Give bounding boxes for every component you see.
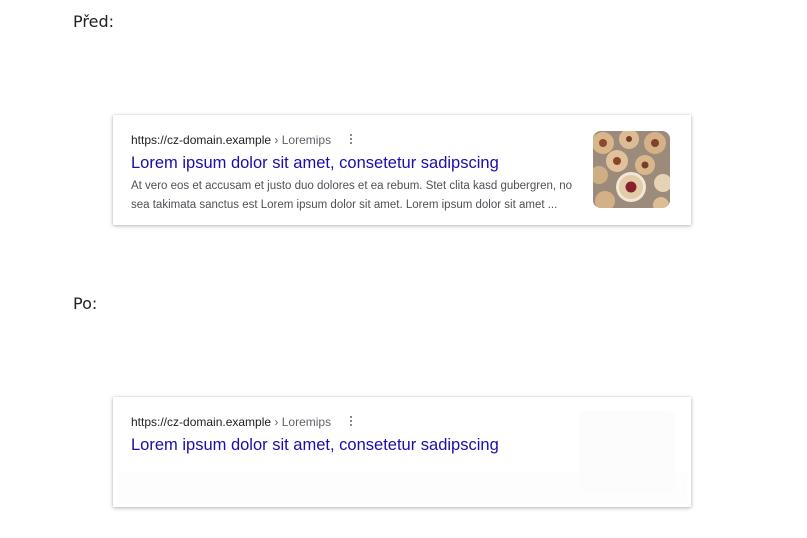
cookies-thumbnail-icon[interactable] — [593, 131, 670, 208]
search-result-after: https://cz-domain.example › Loremips Lor… — [113, 397, 691, 507]
result-breadcrumb: › Loremips — [274, 133, 332, 147]
search-result-before: https://cz-domain.example › Loremips Lor… — [113, 115, 691, 225]
result-url[interactable]: https://cz-domain.example — [131, 415, 271, 429]
result-snippet: At vero eos et accusam et justo duo dolo… — [131, 180, 573, 211]
result-url-row[interactable]: https://cz-domain.example › Loremips — [131, 415, 356, 429]
result-title-link[interactable]: Lorem ipsum dolor sit amet, consetetur s… — [131, 153, 499, 173]
result-url[interactable]: https://cz-domain.example — [131, 133, 271, 147]
more-vert-icon[interactable] — [346, 415, 356, 427]
more-vert-icon[interactable] — [346, 133, 356, 145]
result-title-link[interactable]: Lorem ipsum dolor sit amet, consetetur s… — [131, 435, 499, 455]
result-url-row[interactable]: https://cz-domain.example › Loremips — [131, 133, 356, 147]
result-breadcrumb: › Loremips — [274, 415, 332, 429]
thumbnail-placeholder — [579, 411, 675, 493]
after-label: Po: — [73, 294, 98, 313]
before-label: Před: — [73, 12, 114, 31]
